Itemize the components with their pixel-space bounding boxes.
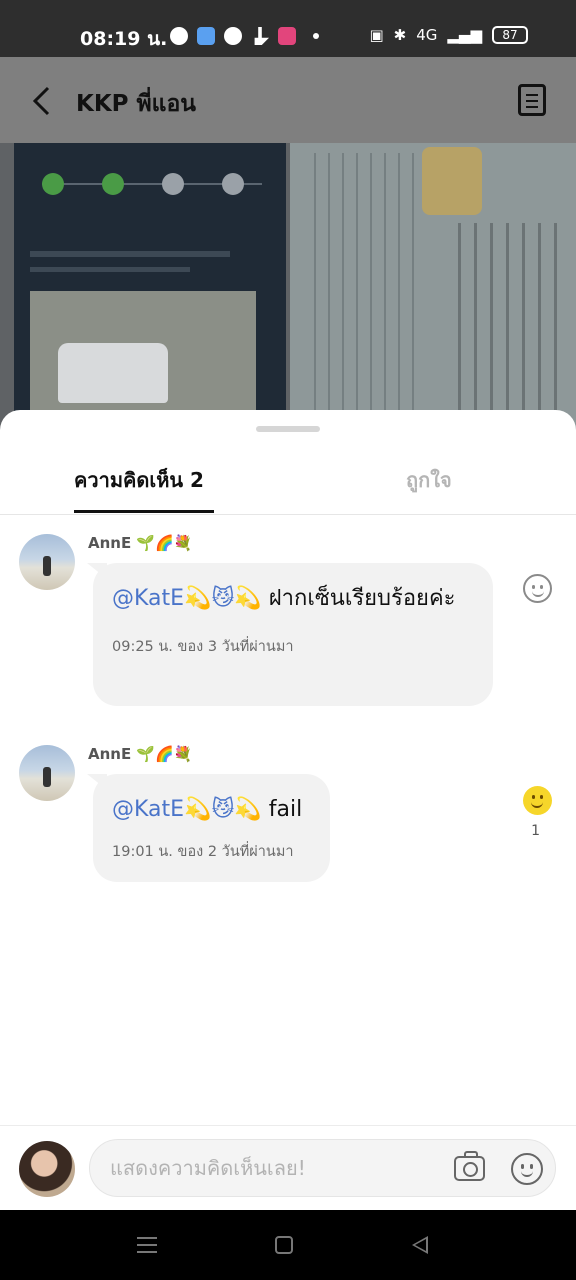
tiktok-icon bbox=[254, 27, 269, 45]
bluebird-app-icon bbox=[197, 27, 215, 45]
recents-icon[interactable] bbox=[137, 1235, 157, 1255]
comment-author[interactable]: AnnE 🌱🌈💐 bbox=[88, 534, 192, 552]
line-app-icon bbox=[278, 27, 296, 45]
chat-title: KKP พี่แอน bbox=[76, 91, 197, 117]
status-bar: 08:19 น. ▣ ✱ 4G ▂▄▆ 87 bbox=[0, 0, 576, 57]
comment-input[interactable] bbox=[110, 1152, 440, 1184]
camera-icon[interactable] bbox=[454, 1151, 485, 1181]
bluetooth-icon: ✱ bbox=[393, 26, 407, 44]
tab-comments[interactable]: ความคิดเห็น 2 bbox=[74, 464, 204, 496]
emoji-icon[interactable] bbox=[511, 1153, 543, 1185]
my-avatar bbox=[19, 1141, 75, 1197]
notification-icons bbox=[170, 27, 319, 45]
sheet-tabs: ความคิดเห็น 2 ถูกใจ bbox=[0, 450, 576, 515]
background-status-card bbox=[14, 143, 286, 443]
comment-input-wrapper bbox=[89, 1139, 556, 1197]
network-label: 4G bbox=[416, 26, 438, 44]
avatar[interactable] bbox=[19, 534, 75, 590]
mention-link[interactable]: @KatE💫😼💫 bbox=[112, 586, 262, 611]
back-arrow-icon[interactable] bbox=[30, 85, 54, 117]
comment-text: @KatE💫😼💫 fail bbox=[112, 794, 310, 826]
system-nav-bar bbox=[0, 1210, 576, 1280]
avatar[interactable] bbox=[19, 745, 75, 801]
comments-sheet: ความคิดเห็น 2 ถูกใจ AnnE 🌱🌈💐 @KatE💫😼💫 ฝา… bbox=[0, 410, 576, 1210]
app-header: KKP พี่แอน bbox=[0, 57, 576, 143]
reaction-count: 1 bbox=[531, 823, 540, 839]
battery-icon: 87 bbox=[492, 26, 528, 44]
smiley-reaction-icon[interactable] bbox=[523, 574, 552, 603]
signal-icon: ▂▄▆ bbox=[447, 26, 482, 44]
comment-body: fail bbox=[261, 797, 303, 822]
comment-time: 19:01 น. ของ 2 วันที่ผ่านมา bbox=[112, 844, 294, 860]
comment-bubble[interactable]: @KatE💫😼💫 fail 19:01 น. ของ 2 วันที่ผ่านม… bbox=[93, 774, 330, 882]
tab-likes[interactable]: ถูกใจ bbox=[406, 464, 452, 496]
background-id-card bbox=[290, 143, 576, 443]
back-icon[interactable] bbox=[412, 1236, 428, 1254]
notes-icon[interactable] bbox=[518, 84, 546, 116]
comment-time: 09:25 น. ของ 3 วันที่ผ่านมา bbox=[112, 639, 294, 655]
status-indicators: ▣ ✱ 4G ▂▄▆ 87 bbox=[369, 26, 528, 44]
home-icon[interactable] bbox=[275, 1236, 293, 1254]
status-time: 08:19 น. bbox=[80, 28, 168, 50]
facebook-icon bbox=[170, 27, 188, 45]
comment-input-bar bbox=[0, 1125, 576, 1210]
comment-bubble[interactable]: @KatE💫😼💫 ฝากเซ็นเรียบร้อยค่ะ 09:25 น. ขอ… bbox=[93, 563, 493, 706]
comment-body: ฝากเซ็นเรียบร้อยค่ะ bbox=[261, 586, 456, 611]
active-tab-indicator bbox=[74, 510, 214, 513]
mention-link[interactable]: @KatE💫😼💫 bbox=[112, 797, 262, 822]
comment-author[interactable]: AnnE 🌱🌈💐 bbox=[88, 745, 192, 763]
more-notifications-dot bbox=[313, 33, 319, 39]
background-content bbox=[0, 143, 576, 443]
nfc-icon: ▣ bbox=[369, 26, 384, 44]
line-icon bbox=[224, 27, 242, 45]
sheet-drag-handle[interactable] bbox=[256, 426, 320, 432]
smiley-reaction-icon[interactable] bbox=[523, 786, 552, 815]
battery-level: 87 bbox=[502, 28, 518, 42]
comment-text: @KatE💫😼💫 ฝากเซ็นเรียบร้อยค่ะ bbox=[112, 583, 473, 615]
